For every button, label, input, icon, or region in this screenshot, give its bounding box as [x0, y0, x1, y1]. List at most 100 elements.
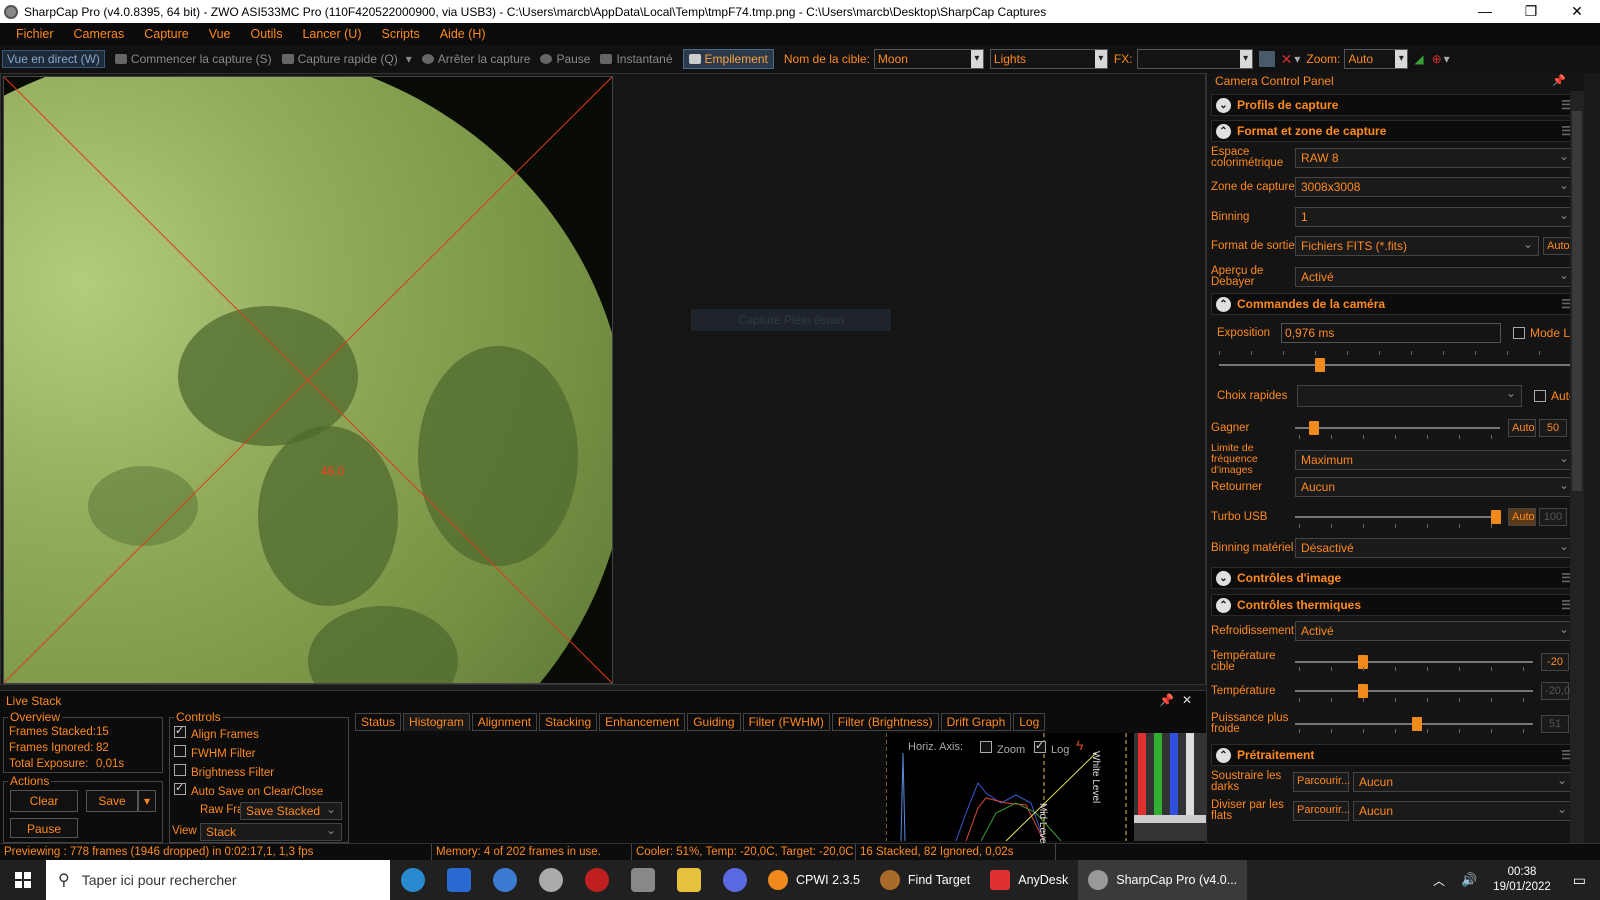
menu-cameras[interactable]: Cameras — [74, 27, 125, 41]
gain-slider-thumb[interactable] — [1309, 421, 1319, 435]
turbo-value-input[interactable]: 100 — [1539, 508, 1567, 526]
align-frames-checkbox[interactable] — [174, 724, 186, 738]
darks-select[interactable]: Aucun — [1353, 771, 1573, 792]
lightning-icon[interactable]: ϟ — [1076, 737, 1083, 753]
menu-capture[interactable]: Capture — [144, 27, 188, 41]
search-icon[interactable]: ⊕ — [1432, 52, 1442, 66]
target-temp-input[interactable]: -20 — [1541, 653, 1569, 671]
auto-save-checkbox[interactable] — [174, 781, 186, 795]
save-menu-chevron-icon[interactable]: ▾ — [138, 790, 156, 812]
ccleaner-icon[interactable] — [482, 860, 528, 900]
histogram-area[interactable]: Horiz. Axis: Zoom Log ϟ White Level Mid … — [885, 733, 1206, 846]
stop-capture-button[interactable]: Arrêter la capture — [421, 52, 530, 66]
zone-select[interactable]: 3008x3008 — [1295, 176, 1575, 197]
tab-log[interactable]: Log — [1013, 713, 1046, 731]
start-capture-button[interactable]: Commencer la capture (S) — [114, 52, 272, 66]
histogram-icon[interactable]: ◢ — [1414, 52, 1423, 66]
quick-choice-select[interactable] — [1297, 384, 1522, 407]
output-auto-button[interactable]: Auto — [1543, 237, 1573, 255]
chevron-down-icon[interactable]: ▾ — [406, 52, 412, 66]
tab-drift-graph[interactable]: Drift Graph — [940, 713, 1012, 731]
taskbar-app-cpwi[interactable]: CPWI 2.3.5 — [758, 860, 870, 900]
flats-browse-button[interactable]: Parcourir... — [1293, 801, 1350, 821]
section-preprocessing[interactable]: ⌃ Prétraitement ☰ — [1211, 744, 1581, 766]
quick-auto-checkbox[interactable] — [1534, 390, 1546, 402]
cooling-select[interactable]: Activé — [1295, 620, 1575, 641]
tab-histogram[interactable]: Histogram — [403, 713, 470, 731]
pin-icon[interactable]: 📌 — [1159, 693, 1174, 707]
turbo-usb-slider[interactable] — [1295, 510, 1501, 524]
menu-fichier[interactable]: Fichier — [16, 27, 54, 41]
chevron-up-icon[interactable]: ︿ — [1433, 872, 1445, 889]
menu-scripts[interactable]: Scripts — [382, 27, 420, 41]
pause-button[interactable]: Pause — [10, 818, 78, 838]
exposure-input[interactable]: 0,976 ms — [1281, 323, 1501, 343]
satellite-icon[interactable] — [528, 860, 574, 900]
menu-outils[interactable]: Outils — [251, 27, 283, 41]
color-levels-bars[interactable] — [1134, 733, 1206, 841]
live-view-button[interactable]: Vue en direct (W) — [2, 50, 105, 68]
close-button[interactable]: ✕ — [1554, 0, 1600, 23]
turbo-auto-button[interactable]: Auto — [1508, 508, 1536, 526]
tab-stacking[interactable]: Stacking — [539, 713, 598, 731]
quick-capture-button[interactable]: Capture rapide (Q) ▾ — [281, 52, 412, 66]
star-app-icon[interactable] — [620, 860, 666, 900]
chevron-down-icon[interactable]: ▾ — [1294, 52, 1300, 66]
menu-vue[interactable]: Vue — [209, 27, 231, 41]
clear-button[interactable]: Clear — [10, 790, 78, 812]
taskbar-app-anydesk[interactable]: AnyDesk — [980, 860, 1078, 900]
zoom-checkbox[interactable] — [980, 741, 992, 753]
gain-slider[interactable] — [1295, 421, 1500, 435]
hw-binning-select[interactable]: Désactivé — [1295, 537, 1575, 558]
minimize-button[interactable]: — — [1462, 0, 1508, 23]
frame-type-select[interactable]: Lights — [989, 49, 1108, 69]
section-camera[interactable]: ⌃ Commandes de la caméra ☰ — [1211, 293, 1581, 315]
stacking-button[interactable]: Empilement — [682, 49, 774, 69]
folder-icon[interactable] — [666, 860, 712, 900]
turbo-usb-thumb[interactable] — [1491, 510, 1501, 524]
binning-select[interactable]: 1 — [1295, 206, 1575, 227]
gain-auto-button[interactable]: Auto — [1508, 419, 1536, 437]
display-icon[interactable] — [1258, 51, 1275, 67]
output-format-select[interactable]: Fichiers FITS (*.fits) — [1295, 235, 1539, 256]
exposure-slider-thumb[interactable] — [1315, 358, 1325, 372]
panel-scrollbar[interactable] — [1570, 91, 1584, 843]
menu-aide[interactable]: Aide (H) — [440, 27, 486, 41]
scrollbar-thumb[interactable] — [1572, 111, 1582, 491]
framerate-select[interactable]: Maximum — [1295, 449, 1575, 470]
gain-value-input[interactable]: 50 — [1539, 419, 1567, 437]
chevron-down-icon[interactable]: ▾ — [1444, 52, 1450, 66]
pin-icon[interactable]: 📌 — [1552, 74, 1566, 87]
fx-select[interactable] — [1136, 49, 1253, 69]
tab-status[interactable]: Status — [355, 713, 402, 731]
section-format[interactable]: ⌃ Format et zone de capture ☰ — [1211, 120, 1581, 142]
windows-start-button[interactable] — [0, 860, 46, 900]
snapshot-button[interactable]: Instantané — [600, 52, 673, 66]
image-viewport[interactable]: 46,0 Capture Plein écran — [0, 73, 1206, 685]
section-image[interactable]: ⌄ Contrôles d'image ☰ — [1211, 567, 1581, 589]
raw-frames-select[interactable]: Save Stacked — [240, 801, 342, 820]
view-select[interactable]: Stack — [200, 822, 342, 841]
tab-enhancement[interactable]: Enhancement — [599, 713, 686, 731]
section-profiles[interactable]: ⌄ Profils de capture ☰ — [1211, 94, 1581, 116]
taskbar-app-sharpcap[interactable]: SharpCap Pro (v4.0... — [1078, 860, 1248, 900]
mode-lx-checkbox[interactable] — [1513, 327, 1525, 339]
discord-icon[interactable] — [712, 860, 758, 900]
close-icon[interactable]: ✕ — [1182, 693, 1192, 707]
section-thermal[interactable]: ⌃ Contrôles thermiques ☰ — [1211, 594, 1581, 616]
taskbar-app-find-target[interactable]: Find Target — [870, 860, 980, 900]
fwhm-filter-checkbox[interactable] — [174, 745, 186, 757]
volume-icon[interactable]: 🔊 — [1461, 872, 1477, 888]
menu-lancer[interactable]: Lancer (U) — [302, 27, 361, 41]
notification-icon[interactable]: ▭ — [1573, 872, 1586, 889]
darks-browse-button[interactable]: Parcourir... — [1293, 772, 1350, 792]
save-button[interactable]: Save — [86, 790, 138, 812]
maximize-button[interactable]: ❐ — [1508, 0, 1554, 23]
red-app-icon[interactable] — [574, 860, 620, 900]
flip-select[interactable]: Aucun — [1295, 476, 1575, 497]
exposure-slider[interactable] — [1219, 358, 1571, 372]
log-checkbox[interactable] — [1034, 739, 1046, 753]
zoom-select[interactable]: Auto — [1344, 49, 1409, 69]
tab-filter-fwhm[interactable]: Filter (FWHM) — [742, 713, 830, 731]
debayer-select[interactable]: Activé — [1295, 266, 1575, 287]
